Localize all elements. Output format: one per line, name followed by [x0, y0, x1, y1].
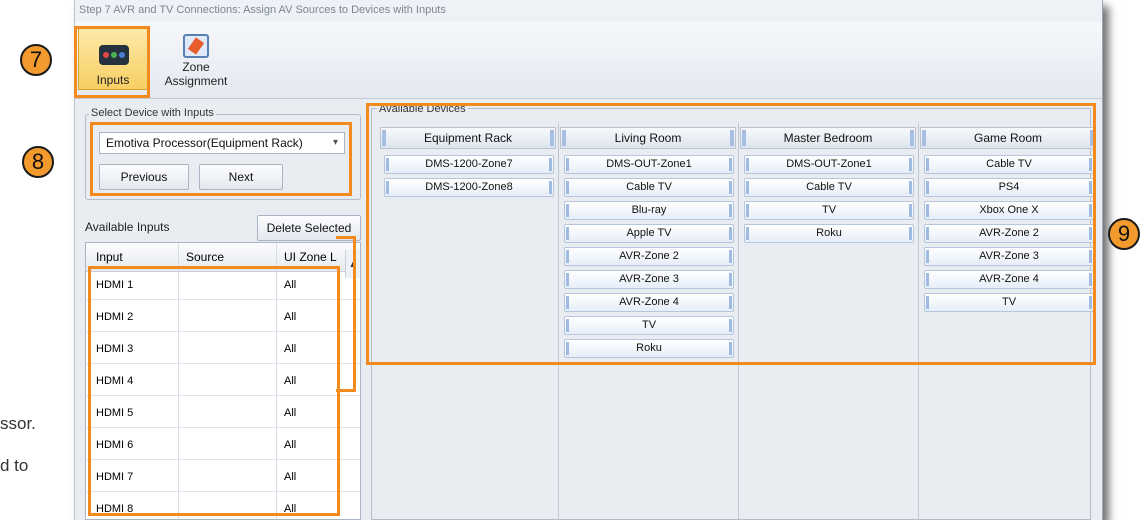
device-item[interactable]: PS4 — [924, 178, 1094, 197]
zone-cell: All — [284, 407, 297, 419]
device-item[interactable]: Cable TV — [744, 178, 914, 197]
table-row[interactable]: HDMI 7 All — [86, 463, 360, 492]
device-item[interactable]: AVR-Zone 2 — [924, 224, 1094, 243]
zone-cell: All — [284, 343, 297, 355]
zone-cell: All — [284, 439, 297, 451]
next-button[interactable]: Next — [199, 164, 283, 190]
available-inputs-label: Available Inputs — [85, 220, 170, 234]
room-header[interactable]: Master Bedroom — [740, 127, 916, 149]
device-item[interactable]: Cable TV — [564, 178, 734, 197]
zone-cell: All — [284, 503, 297, 515]
available-inputs-table: Input Source UI Zone L ▲ HDMI 1 All HDMI … — [85, 242, 361, 520]
select-device-group-label: Select Device with Inputs — [89, 107, 216, 119]
available-devices-panel: Equipment Rack DMS-1200-Zone7 DMS-1200-Z… — [371, 108, 1096, 520]
table-row[interactable]: HDMI 3 All — [86, 335, 360, 364]
device-item[interactable]: Apple TV — [564, 224, 734, 243]
device-item[interactable]: TV — [744, 201, 914, 220]
input-cell: HDMI 6 — [96, 439, 134, 451]
device-item[interactable]: AVR-Zone 4 — [924, 270, 1094, 289]
zone-cell: All — [284, 279, 297, 291]
inputs-label: Inputs — [96, 73, 130, 87]
device-item[interactable]: AVR-Zone 2 — [564, 247, 734, 266]
device-item[interactable]: DMS-1200-Zone7 — [384, 155, 554, 174]
device-select-dropdown[interactable]: Emotiva Processor(Equipment Rack) ▾ — [99, 132, 345, 154]
device-item[interactable]: DMS-OUT-Zone1 — [744, 155, 914, 174]
callout-7: 7 — [20, 44, 52, 76]
input-cell: HDMI 7 — [96, 471, 134, 483]
application-window: Step 7 AVR and TV Connections: Assign AV… — [74, 0, 1103, 520]
device-item[interactable]: Roku — [744, 224, 914, 243]
table-header: Input Source UI Zone L ▲ — [86, 243, 360, 278]
input-cell: HDMI 1 — [96, 279, 134, 291]
device-item[interactable]: AVR-Zone 3 — [564, 270, 734, 289]
input-cell: HDMI 3 — [96, 343, 134, 355]
zone-cell: All — [284, 471, 297, 483]
room-column-game-room: Game Room Cable TV PS4 Xbox One X AVR-Zo… — [920, 123, 1098, 519]
device-item[interactable]: Xbox One X — [924, 201, 1094, 220]
input-cell: HDMI 8 — [96, 503, 134, 515]
title-bar: Step 7 AVR and TV Connections: Assign AV… — [75, 0, 1102, 23]
inputs-button[interactable]: Inputs — [78, 28, 148, 90]
input-cell: HDMI 4 — [96, 375, 134, 387]
table-row[interactable]: HDMI 8 All — [86, 495, 360, 519]
column-header-source[interactable]: Source — [186, 250, 224, 264]
delete-selected-button[interactable]: Delete Selected — [257, 215, 361, 241]
device-item[interactable]: AVR-Zone 4 — [564, 293, 734, 312]
zone-assignment-icon — [183, 34, 209, 58]
table-row[interactable]: HDMI 1 All — [86, 271, 360, 300]
room-divider — [918, 123, 919, 519]
ribbon-toolbar: Inputs Zone Assignment — [75, 22, 1102, 99]
room-header[interactable]: Game Room — [920, 127, 1096, 149]
room-column-equipment-rack: Equipment Rack DMS-1200-Zone7 DMS-1200-Z… — [380, 123, 558, 519]
device-item[interactable]: DMS-1200-Zone8 — [384, 178, 554, 197]
callout-8: 8 — [22, 146, 54, 178]
device-item[interactable]: TV — [924, 293, 1094, 312]
device-select-value: Emotiva Processor(Equipment Rack) — [106, 136, 303, 150]
room-column-master-bedroom: Master Bedroom DMS-OUT-Zone1 Cable TV TV… — [740, 123, 918, 519]
window-title: Step 7 AVR and TV Connections: Assign AV… — [79, 4, 446, 16]
doc-text-fragment-2: d to — [0, 456, 29, 475]
zone-cell: All — [284, 311, 297, 323]
table-row[interactable]: HDMI 5 All — [86, 399, 360, 428]
zone-cell: All — [284, 375, 297, 387]
room-divider — [738, 123, 739, 519]
input-cell: HDMI 2 — [96, 311, 134, 323]
chevron-down-icon[interactable]: ▾ — [333, 133, 338, 153]
inputs-icon — [99, 45, 129, 65]
table-row[interactable]: HDMI 6 All — [86, 431, 360, 460]
device-item[interactable]: Cable TV — [924, 155, 1094, 174]
device-item[interactable]: Blu-ray — [564, 201, 734, 220]
table-row[interactable]: HDMI 2 All — [86, 303, 360, 332]
table-row[interactable]: HDMI 4 All — [86, 367, 360, 396]
room-header[interactable]: Equipment Rack — [380, 127, 556, 149]
input-cell: HDMI 5 — [96, 407, 134, 419]
device-item[interactable]: TV — [564, 316, 734, 335]
callout-9: 9 — [1108, 218, 1140, 250]
zone-assignment-label: Zone Assignment — [164, 60, 228, 88]
column-header-input[interactable]: Input — [96, 250, 123, 264]
room-header[interactable]: Living Room — [560, 127, 736, 149]
room-column-living-room: Living Room DMS-OUT-Zone1 Cable TV Blu-r… — [560, 123, 738, 519]
device-item[interactable]: AVR-Zone 3 — [924, 247, 1094, 266]
column-header-zone[interactable]: UI Zone L — [284, 250, 337, 264]
device-item[interactable]: Roku — [564, 339, 734, 358]
available-devices-label: Available Devices — [377, 103, 468, 115]
previous-button[interactable]: Previous — [99, 164, 189, 190]
device-item[interactable]: DMS-OUT-Zone1 — [564, 155, 734, 174]
doc-text-fragment-1: ssor. — [0, 414, 36, 433]
room-divider — [558, 123, 559, 519]
zone-assignment-button[interactable]: Zone Assignment — [151, 28, 241, 90]
